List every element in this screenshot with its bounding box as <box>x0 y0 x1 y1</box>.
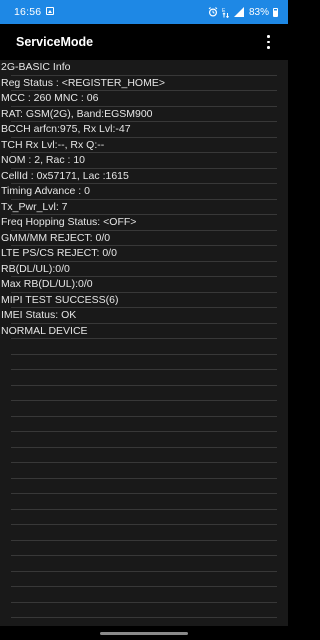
info-line: NORMAL DEVICE <box>0 324 288 340</box>
info-line: MCC : 260 MNC : 06 <box>0 91 288 107</box>
status-bar: 16:56 E 83% <box>0 0 288 24</box>
navigation-bar <box>0 626 288 640</box>
service-info-list[interactable]: 2G-BASIC Info Reg Status : <REGISTER_HOME… <box>0 60 288 626</box>
empty-row <box>0 355 288 371</box>
info-line: GMM/MM REJECT: 0/0 <box>0 231 288 247</box>
info-line: Tx_Pwr_Lvl: 7 <box>0 200 288 216</box>
info-line: RB(DL/UL):0/0 <box>0 262 288 278</box>
empty-row <box>0 603 288 619</box>
page-title: ServiceMode <box>16 35 94 49</box>
info-line: 2G-BASIC Info <box>0 60 288 76</box>
status-icons: E 83% <box>208 5 278 19</box>
info-line: CellId : 0x57171, Lac :1615 <box>0 169 288 185</box>
home-handle[interactable] <box>100 632 188 635</box>
info-line: Freq Hopping Status: <OFF> <box>0 215 288 231</box>
battery-percent: 83% <box>248 6 269 18</box>
status-time: 16:56 <box>14 6 42 18</box>
empty-row <box>0 432 288 448</box>
info-line: Timing Advance : 0 <box>0 184 288 200</box>
empty-row <box>0 370 288 386</box>
info-lines: 2G-BASIC Info Reg Status : <REGISTER_HOME… <box>0 60 288 339</box>
empty-row <box>0 510 288 526</box>
empty-row <box>0 479 288 495</box>
alarm-icon <box>208 7 218 17</box>
service-mode-screen: 16:56 E 83% ServiceMode 2G-BASIC Info Re… <box>0 0 288 640</box>
info-line: LTE PS/CS REJECT: 0/0 <box>0 246 288 262</box>
empty-rows <box>0 339 288 618</box>
empty-row <box>0 556 288 572</box>
empty-row <box>0 587 288 603</box>
info-line: BCCH arfcn:975, Rx Lvl:-47 <box>0 122 288 138</box>
empty-row <box>0 494 288 510</box>
battery-icon <box>273 7 278 17</box>
empty-row <box>0 401 288 417</box>
app-bar: ServiceMode <box>0 24 288 60</box>
data-icon: E <box>222 7 230 18</box>
signal-icon <box>233 7 244 17</box>
empty-row <box>0 448 288 464</box>
info-line: IMEI Status: OK <box>0 308 288 324</box>
empty-row <box>0 339 288 355</box>
empty-row <box>0 417 288 433</box>
empty-row <box>0 463 288 479</box>
info-line: RAT: GSM(2G), Band:EGSM900 <box>0 107 288 123</box>
info-line: Max RB(DL/UL):0/0 <box>0 277 288 293</box>
empty-row <box>0 572 288 588</box>
empty-row <box>0 525 288 541</box>
empty-row <box>0 541 288 557</box>
gallery-icon <box>46 7 54 15</box>
info-line: MIPI TEST SUCCESS(6) <box>0 293 288 309</box>
more-vert-icon[interactable] <box>262 34 274 50</box>
info-line: Reg Status : <REGISTER_HOME> <box>0 76 288 92</box>
info-line: NOM : 2, Rac : 10 <box>0 153 288 169</box>
empty-row <box>0 386 288 402</box>
info-line: TCH Rx Lvl:--, Rx Q:-- <box>0 138 288 154</box>
